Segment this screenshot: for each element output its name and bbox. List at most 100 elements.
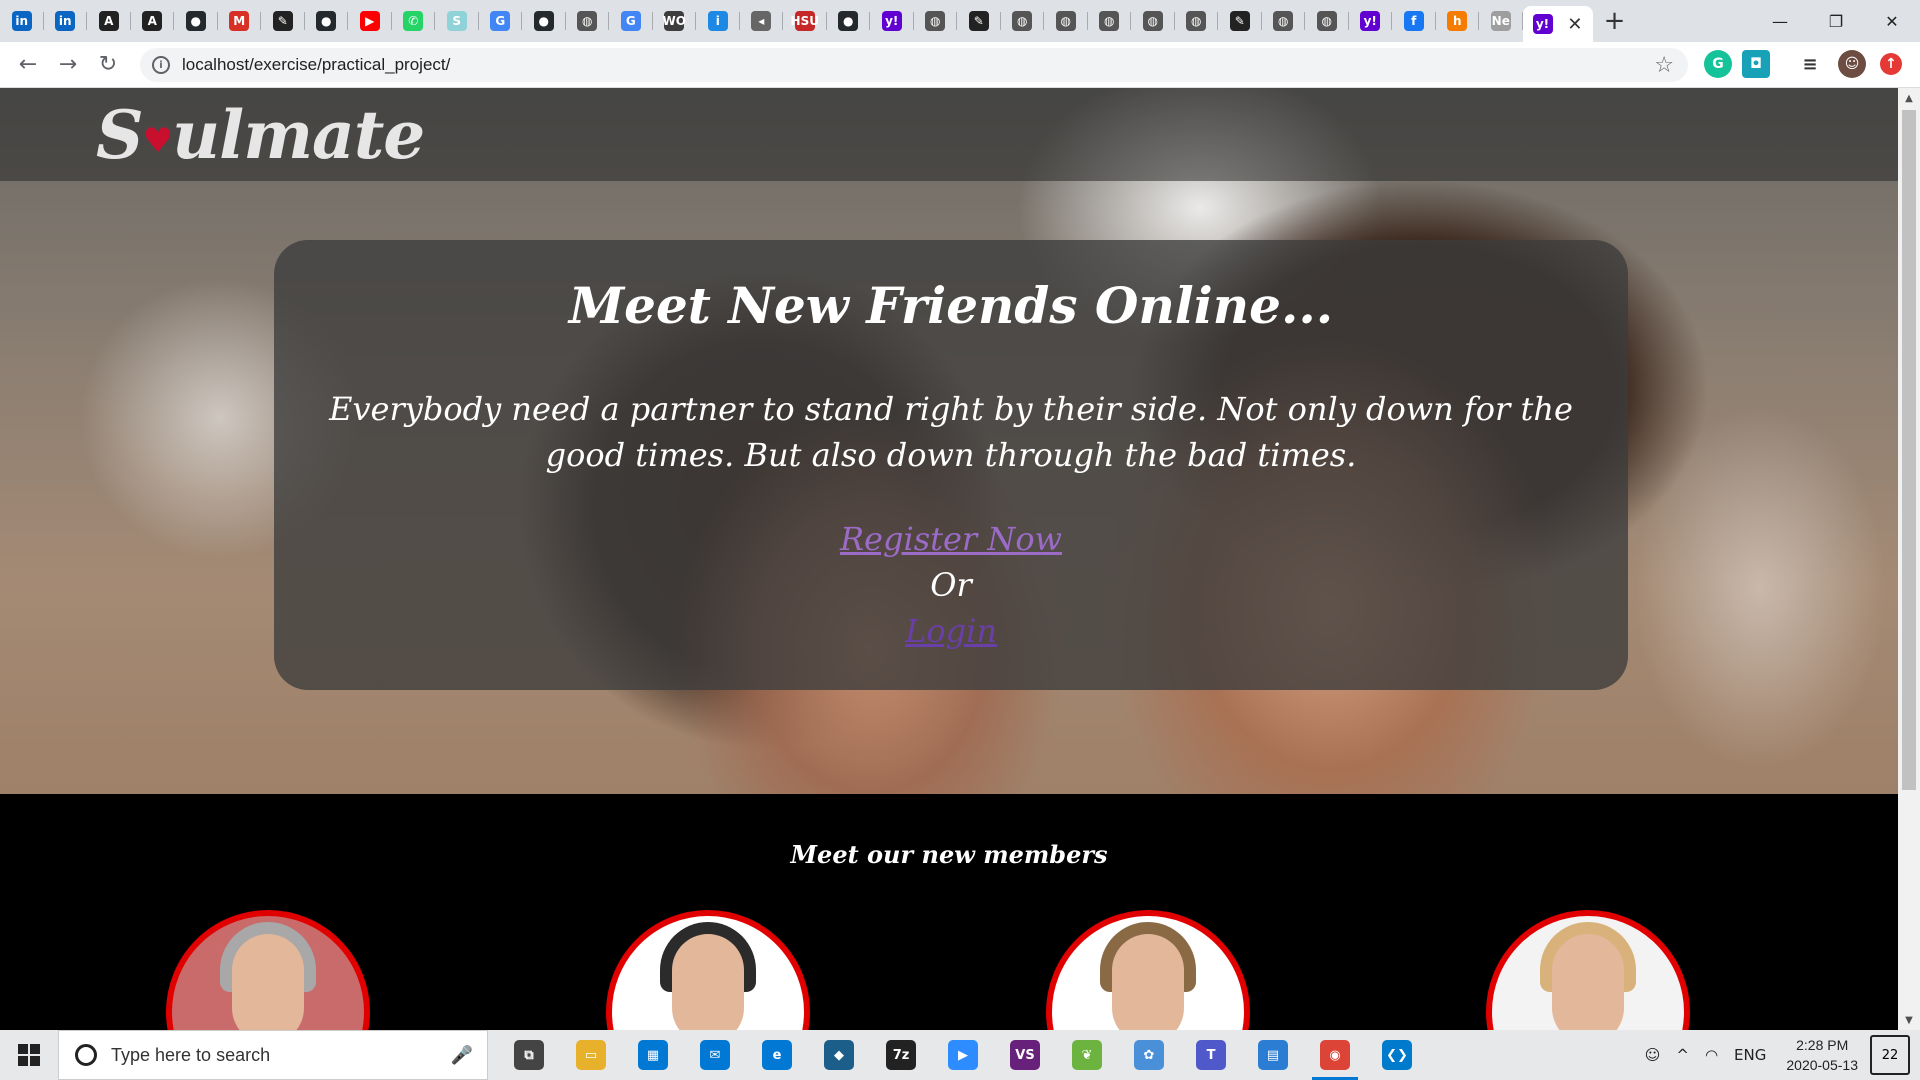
browser-tab[interactable]: i	[696, 0, 740, 42]
gmail-icon: M	[229, 11, 250, 31]
active-tab[interactable]: y! ✕	[1522, 6, 1593, 42]
notification-center-icon[interactable]: 22	[1870, 1035, 1910, 1075]
member-avatar[interactable]	[1486, 910, 1690, 1030]
taskbar-app[interactable]: ▭	[560, 1030, 622, 1080]
taskbar-app[interactable]: ▶	[932, 1030, 994, 1080]
browser-tab[interactable]: ◍	[1262, 0, 1306, 42]
browser-tab[interactable]: ◍	[914, 0, 958, 42]
reload-button[interactable]: ↻	[88, 42, 128, 88]
media-control-icon[interactable]: ≡	[1796, 50, 1824, 78]
hero-section: S♥ulmate Meet New Friends Online... Ever…	[0, 88, 1898, 794]
browser-tab[interactable]: M	[218, 0, 262, 42]
browser-tab[interactable]: h	[1436, 0, 1480, 42]
browser-tab[interactable]: in	[44, 0, 88, 42]
site-logo[interactable]: S♥ulmate	[96, 96, 425, 174]
browser-tab[interactable]: f	[1392, 0, 1436, 42]
login-link[interactable]: Login	[274, 612, 1628, 650]
register-link[interactable]: Register Now	[274, 520, 1628, 558]
taskbar-app[interactable]: VS	[994, 1030, 1056, 1080]
paint-icon: ✿	[1134, 1040, 1164, 1070]
browser-tab[interactable]: ◍	[566, 0, 610, 42]
url-input[interactable]: i localhost/exercise/practical_project/ …	[140, 48, 1688, 82]
browser-tab[interactable]: ●	[522, 0, 566, 42]
browser-tab[interactable]: ●	[827, 0, 871, 42]
screenshot-extension-icon[interactable]: ◘	[1742, 50, 1770, 78]
browser-tab[interactable]: ◍	[1305, 0, 1349, 42]
scroll-down-arrow-icon[interactable]: ▼	[1898, 1010, 1920, 1030]
browser-tab[interactable]: Ne	[1479, 0, 1523, 42]
logo-text-start: S	[96, 96, 144, 174]
minimize-button[interactable]: —	[1752, 0, 1808, 42]
browser-tab[interactable]: A	[131, 0, 175, 42]
taskbar-app[interactable]: ✉	[684, 1030, 746, 1080]
browser-tab[interactable]: ▶	[348, 0, 392, 42]
browser-tab[interactable]: y!	[1349, 0, 1393, 42]
browser-tab[interactable]: ◂	[740, 0, 784, 42]
forward-button[interactable]: →	[48, 42, 88, 88]
browser-tab[interactable]: G	[609, 0, 653, 42]
browser-tab[interactable]: WO	[653, 0, 697, 42]
browser-tab[interactable]: HSU	[783, 0, 827, 42]
linkedin-icon: in	[11, 11, 32, 31]
avatar-face	[1112, 934, 1184, 1030]
tray-chevron-icon[interactable]: ^	[1668, 1046, 1697, 1064]
taskbar-app[interactable]: ✿	[1118, 1030, 1180, 1080]
language-indicator[interactable]: ENG	[1726, 1046, 1774, 1064]
browser-tab[interactable]: ◍	[1088, 0, 1132, 42]
taskbar-app[interactable]: ◉	[1304, 1030, 1366, 1080]
taskbar-app[interactable]: ❦	[1056, 1030, 1118, 1080]
close-window-button[interactable]: ✕	[1864, 0, 1920, 42]
member-avatar[interactable]	[166, 910, 370, 1030]
browser-tab[interactable]: ◍	[1131, 0, 1175, 42]
browser-tab[interactable]: A	[87, 0, 131, 42]
browser-tab[interactable]: ✎	[261, 0, 305, 42]
browser-tab[interactable]: ●	[305, 0, 349, 42]
url-text[interactable]: localhost/exercise/practical_project/	[182, 55, 450, 75]
browser-tab[interactable]: ✎	[957, 0, 1001, 42]
browser-tab[interactable]: G	[479, 0, 523, 42]
bookmark-star-icon[interactable]: ☆	[1654, 53, 1674, 78]
feather-icon: ✎	[1229, 11, 1250, 31]
browser-tab[interactable]: in	[0, 0, 44, 42]
taskbar-app[interactable]: 7z	[870, 1030, 932, 1080]
browser-tab[interactable]: ✆	[392, 0, 436, 42]
microphone-icon[interactable]: 🎤	[451, 1045, 473, 1066]
new-tab-button[interactable]: +	[1593, 0, 1637, 42]
page-scrollbar[interactable]: ▲ ▼	[1898, 88, 1920, 1030]
maximize-button[interactable]: ❐	[1808, 0, 1864, 42]
back-button[interactable]: ←	[8, 42, 48, 88]
update-icon[interactable]: ↑	[1880, 53, 1902, 75]
browser-tab[interactable]: ◍	[1001, 0, 1045, 42]
site-header: S♥ulmate	[0, 88, 1898, 181]
netbeans-icon: ◆	[824, 1040, 854, 1070]
taskbar-app[interactable]: ⧉	[498, 1030, 560, 1080]
people-icon[interactable]: ☺	[1637, 1046, 1669, 1064]
hsu-icon: HSU	[791, 11, 819, 31]
browser-tab[interactable]: y!	[870, 0, 914, 42]
member-avatar[interactable]	[1046, 910, 1250, 1030]
vscode-icon: ❮❯	[1382, 1040, 1412, 1070]
browser-tab[interactable]: ◍	[1175, 0, 1219, 42]
taskbar-app[interactable]: ❮❯	[1366, 1030, 1428, 1080]
taskbar-search-input[interactable]: Type here to search 🎤	[58, 1030, 488, 1080]
facebook-icon: f	[1403, 11, 1424, 31]
browser-tab[interactable]: ✎	[1218, 0, 1262, 42]
member-avatar[interactable]	[606, 910, 810, 1030]
taskbar-app[interactable]: ▤	[1242, 1030, 1304, 1080]
browser-tab[interactable]: ◍	[1044, 0, 1088, 42]
clock[interactable]: 2:28 PM 2020-05-13	[1774, 1035, 1870, 1075]
close-tab-icon[interactable]: ✕	[1567, 14, 1582, 35]
scrollbar-thumb[interactable]	[1902, 110, 1916, 790]
site-info-icon[interactable]: i	[152, 56, 170, 74]
grammarly-extension-icon[interactable]: G	[1704, 50, 1732, 78]
taskbar-app[interactable]: e	[746, 1030, 808, 1080]
scroll-up-arrow-icon[interactable]: ▲	[1898, 88, 1920, 108]
taskbar-app[interactable]: ▦	[622, 1030, 684, 1080]
taskbar-app[interactable]: T	[1180, 1030, 1242, 1080]
profile-avatar[interactable]: ☺	[1838, 50, 1866, 78]
wifi-icon[interactable]: ◠	[1697, 1046, 1726, 1064]
browser-tab[interactable]: ●	[174, 0, 218, 42]
start-button[interactable]	[0, 1030, 58, 1080]
taskbar-app[interactable]: ◆	[808, 1030, 870, 1080]
browser-tab[interactable]: S	[435, 0, 479, 42]
